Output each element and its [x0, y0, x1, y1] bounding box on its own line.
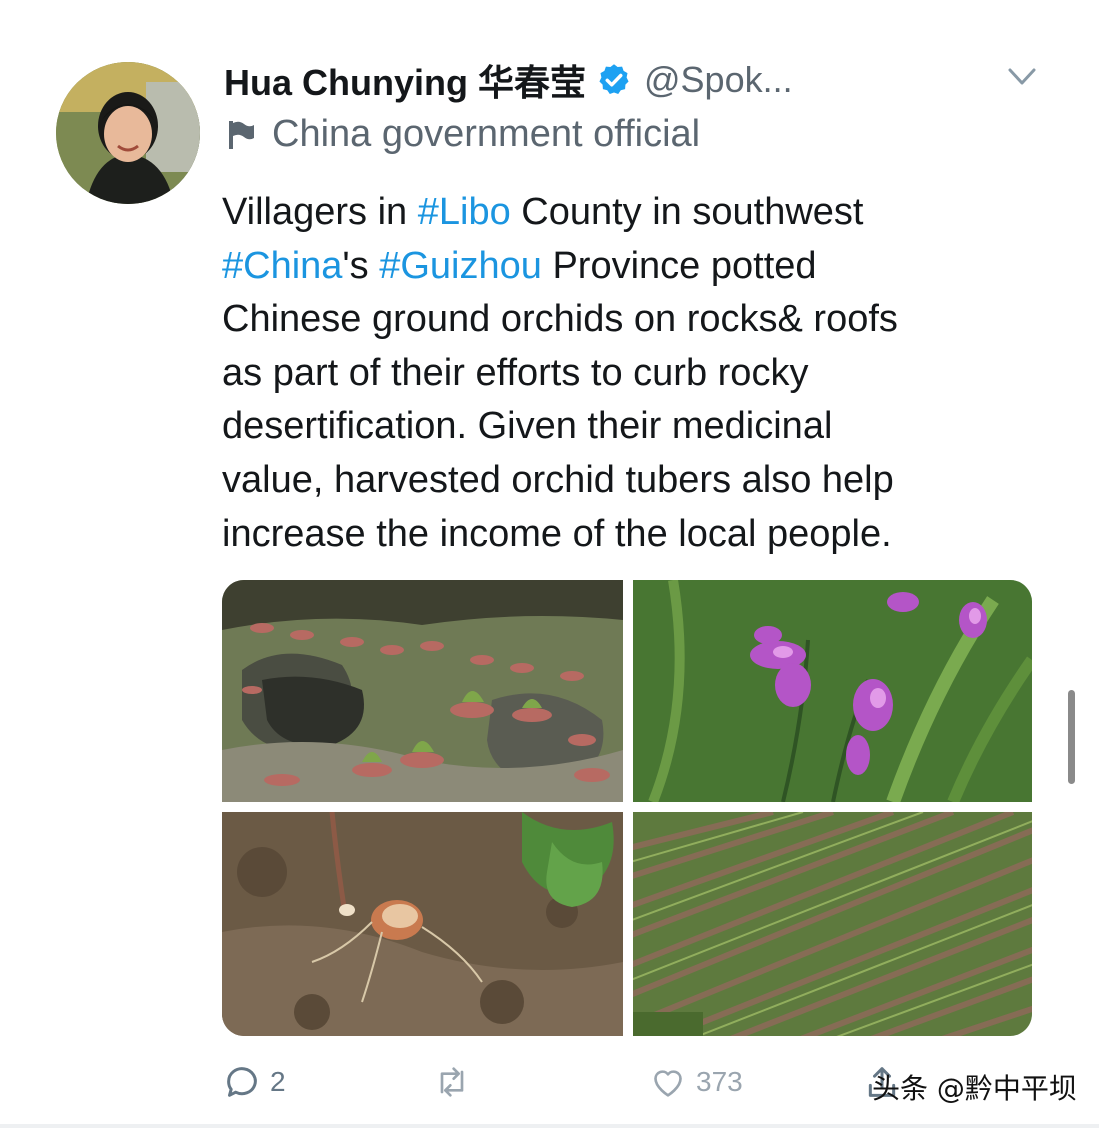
orchid-flowers-image — [633, 580, 1032, 802]
tweet-text-line: Villagers in #Libo County in southwest — [222, 186, 1022, 240]
reply-count: 2 — [270, 1066, 286, 1097]
photo-pot-field[interactable] — [633, 812, 1032, 1036]
avatar-image — [56, 62, 200, 204]
tweet-text-segment: desertification. Given their medicinal — [222, 405, 833, 448]
reply-button[interactable]: 2 — [222, 1052, 286, 1112]
flag-icon — [229, 121, 254, 149]
reply-icon — [227, 1067, 257, 1097]
tweet-text-line: increase the income of the local people. — [222, 508, 1022, 562]
tweet-text: Villagers in #Libo County in southwest #C… — [222, 186, 1022, 561]
verified-badge-icon — [599, 64, 629, 94]
government-label-text: China government official — [272, 112, 701, 155]
like-button[interactable]: 373 — [648, 1052, 743, 1112]
author-name-row[interactable]: Hua Chunying 华春莹 @Spok... — [224, 58, 793, 103]
rocks-pots-image — [222, 580, 623, 802]
watermark-text: 头条 @黔中平坝 — [872, 1072, 1077, 1105]
tweet-text-line: as part of their efforts to curb rocky — [222, 347, 1022, 401]
author-display-name[interactable]: Hua Chunying 华春莹 — [224, 54, 586, 106]
media-grid[interactable] — [222, 580, 1032, 1036]
tweet-text-line: value, harvested orchid tubers also help — [222, 454, 1022, 508]
tweet-text-segment: value, harvested orchid tubers also help — [222, 458, 894, 501]
chevron-down-icon[interactable] — [1002, 62, 1042, 92]
divider — [0, 1124, 1099, 1128]
author-avatar[interactable] — [56, 62, 200, 204]
hashtag-link[interactable]: #China — [222, 245, 342, 287]
tweet-text-segment: Chinese ground orchids on rocks& roofs — [222, 298, 898, 341]
government-label: China government official — [226, 112, 700, 156]
tweet-text-line: #China's #Guizhou Province potted — [222, 240, 1022, 294]
author-handle[interactable]: @Spok... — [644, 59, 793, 101]
retweet-button[interactable] — [432, 1052, 480, 1112]
tweet-text-segment: Province potted — [541, 244, 817, 287]
tweet-text-segment: County in southwest — [510, 191, 864, 233]
hashtag-link[interactable]: #Guizhou — [379, 245, 542, 287]
like-icon — [654, 1070, 682, 1097]
tweet-text-segment: 's — [342, 244, 380, 287]
photo-orchid-tuber[interactable] — [222, 812, 623, 1036]
like-count: 373 — [696, 1066, 743, 1097]
retweet-icon — [440, 1067, 464, 1097]
tweet-text-segment: Villagers in — [222, 191, 418, 233]
hashtag-link[interactable]: #Libo — [418, 191, 511, 233]
tweet-text-segment: increase the income of the local people. — [222, 512, 892, 555]
tweet-text-line: Chinese ground orchids on rocks& roofs — [222, 293, 1022, 347]
pot-field-image — [633, 812, 1032, 1036]
scrollbar[interactable] — [1068, 690, 1075, 784]
tweet-text-line: desertification. Given their medicinal — [222, 400, 1022, 454]
photo-orchid-flowers[interactable] — [633, 580, 1032, 802]
tweet-text-segment: as part of their efforts to curb rocky — [222, 351, 809, 394]
orchid-tuber-image — [222, 812, 623, 1036]
photo-orchids-on-rocks[interactable] — [222, 580, 623, 802]
